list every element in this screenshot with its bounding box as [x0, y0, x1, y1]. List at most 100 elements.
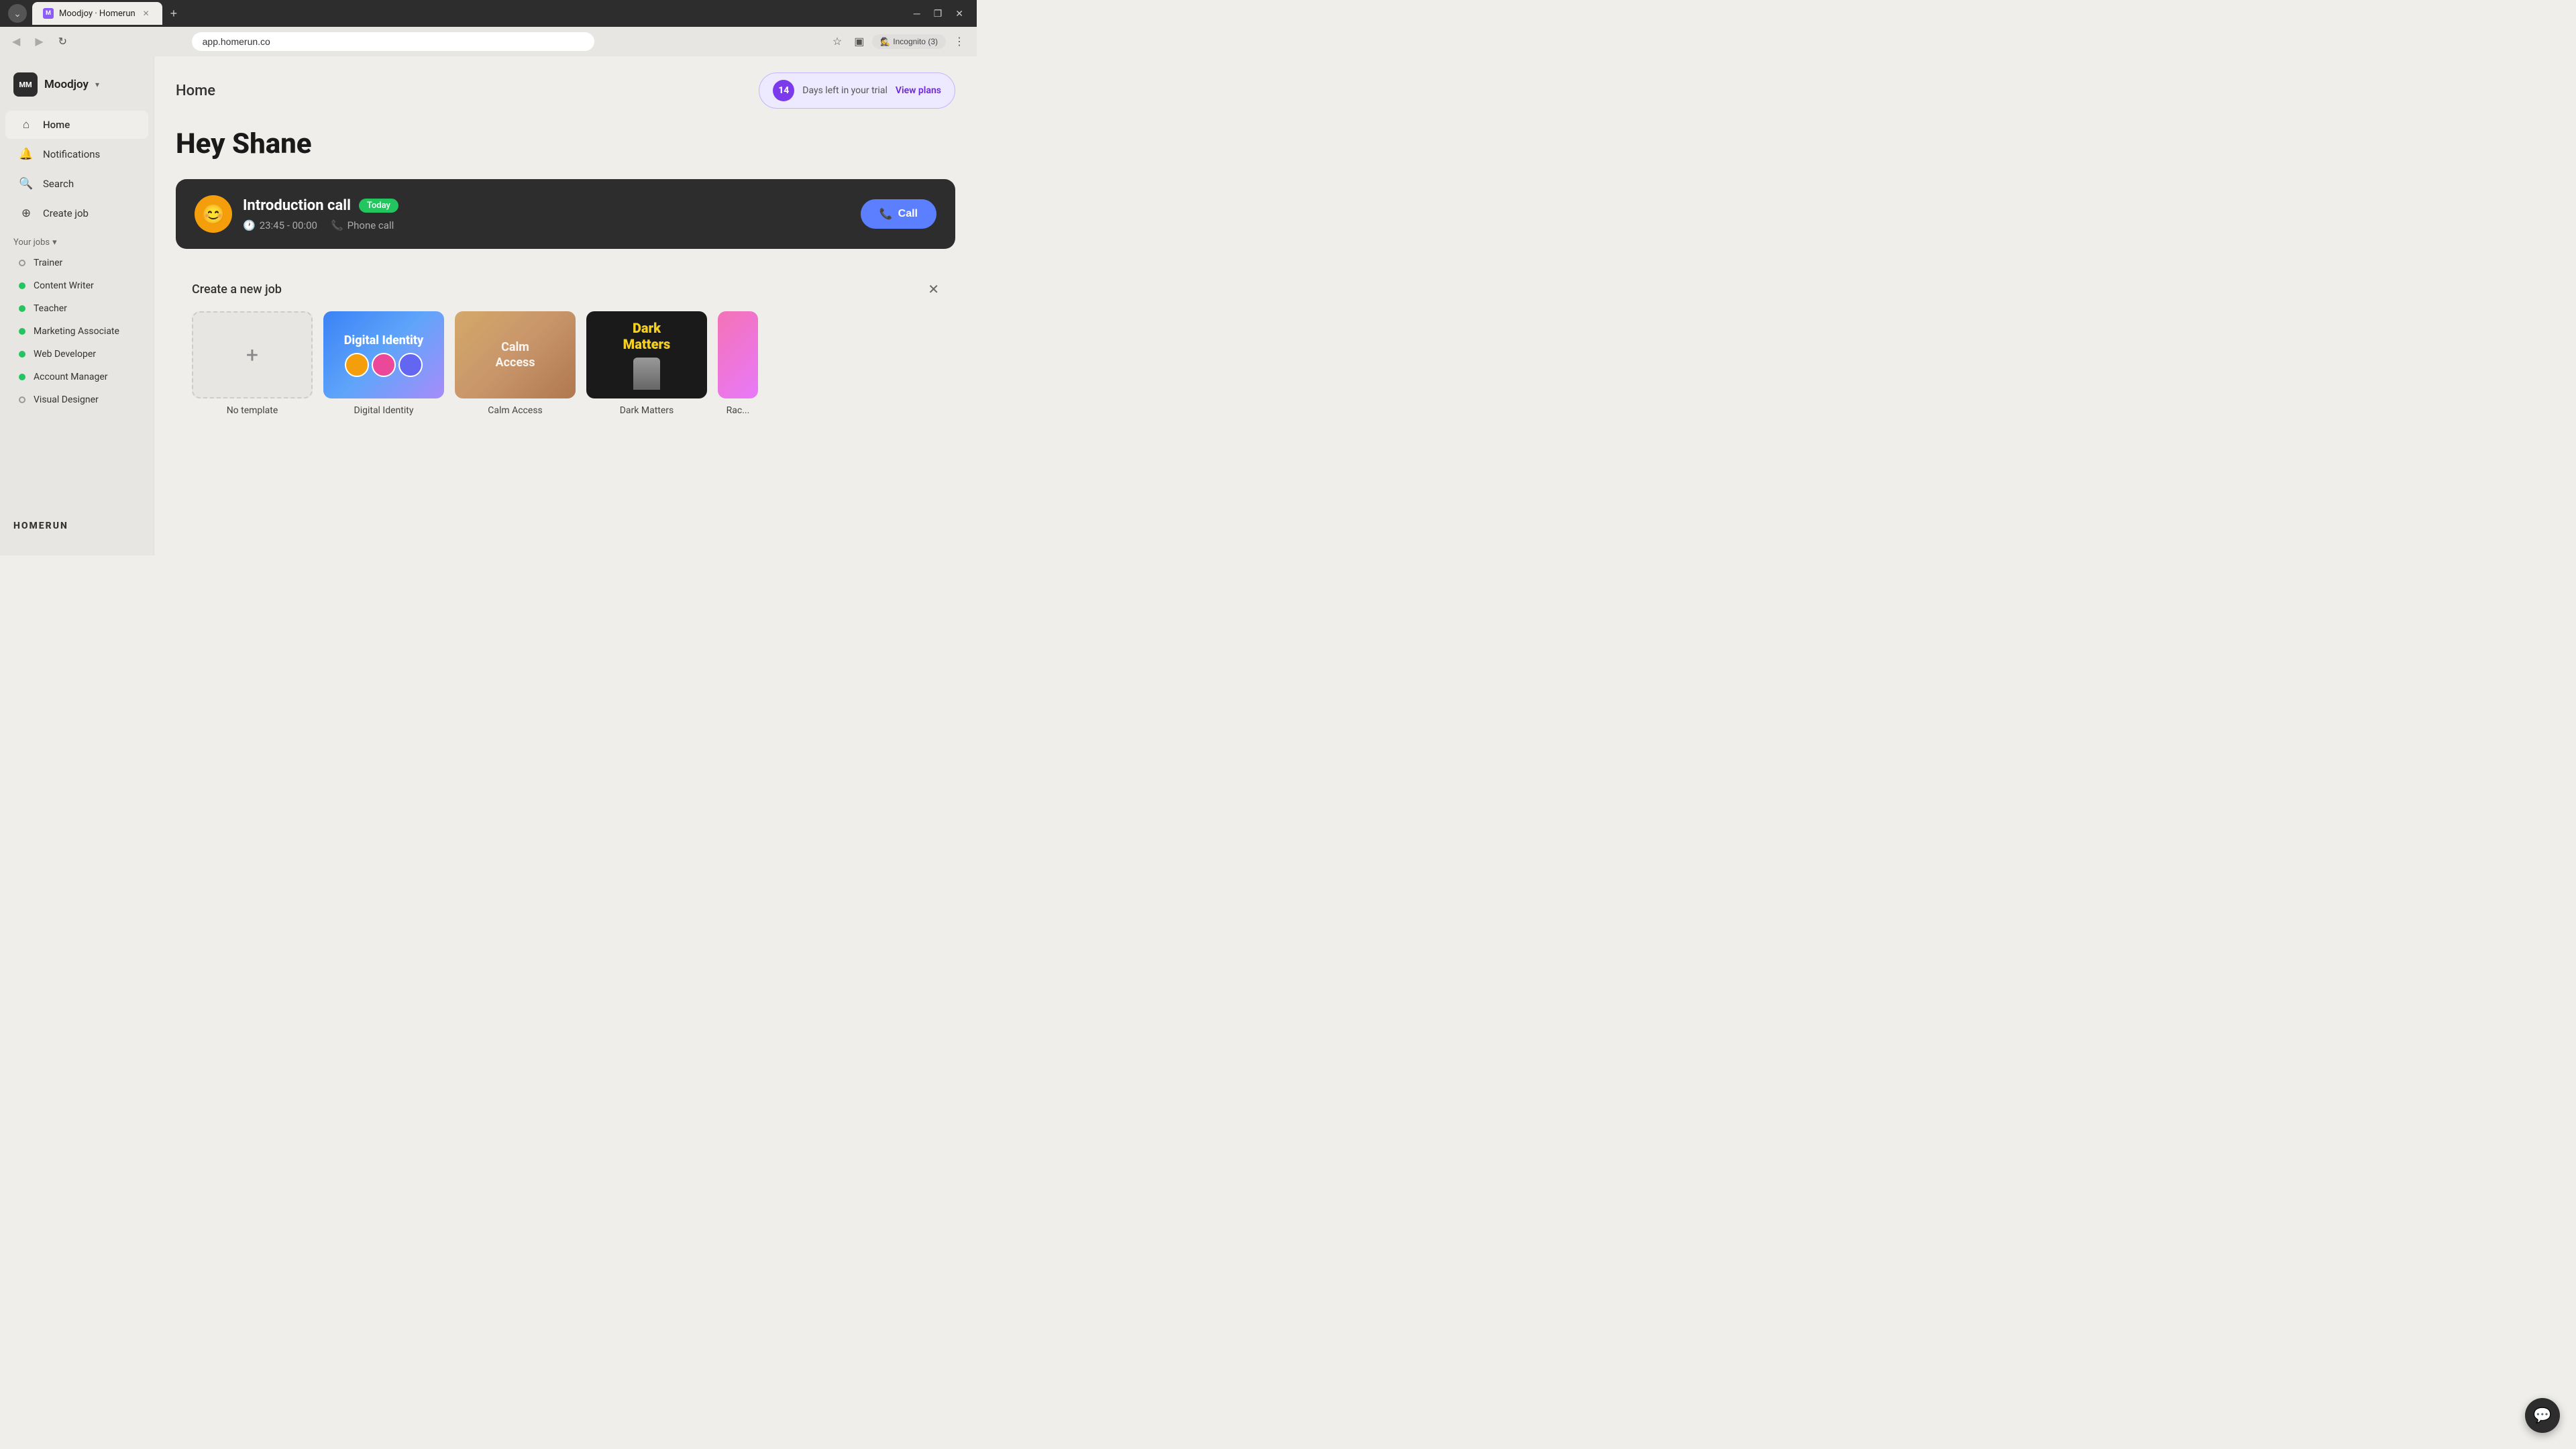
address-input[interactable]: [192, 32, 594, 51]
template-name-digital-identity: Digital Identity: [323, 405, 444, 416]
template-card-partial[interactable]: Rac...: [718, 311, 758, 416]
template-card-calm-access[interactable]: CalmAccess Calm Access: [455, 311, 576, 416]
window-controls: ─ ❐ ✕: [908, 5, 969, 22]
plus-icon: +: [246, 342, 258, 368]
page-title: Home: [176, 83, 215, 99]
job-label: Web Developer: [34, 349, 96, 360]
sidebar-item-trainer[interactable]: Trainer: [5, 252, 148, 274]
template-thumbnail-calm: CalmAccess: [455, 311, 576, 398]
sidebar-item-home-label: Home: [43, 119, 70, 131]
company-avatar: MM: [13, 72, 38, 97]
job-status-dot: [19, 351, 25, 358]
close-button[interactable]: ✕: [950, 5, 969, 22]
job-label: Account Manager: [34, 372, 108, 382]
trial-text: Days left in your trial: [802, 85, 888, 96]
sidebar-item-content-writer[interactable]: Content Writer: [5, 275, 148, 297]
active-tab[interactable]: M Moodjoy · Homerun ✕: [32, 2, 162, 25]
face-avatar-2: [372, 353, 396, 377]
your-jobs-label: Your jobs: [13, 237, 50, 248]
browser-controls: ⌄: [8, 4, 27, 23]
template-name-dark-matters: Dark Matters: [586, 405, 707, 416]
create-job-header: Create a new job ✕: [192, 281, 939, 298]
digital-identity-text: Digital Identity: [344, 333, 424, 347]
homerun-logo-text: HOMERUN: [13, 521, 68, 531]
trial-banner: 14 Days left in your trial View plans: [759, 72, 955, 109]
job-label: Trainer: [34, 258, 62, 268]
sidebar-item-marketing-associate[interactable]: Marketing Associate: [5, 321, 148, 342]
intro-type: 📞 Phone call: [331, 219, 394, 231]
template-thumbnail-digital: Digital Identity: [323, 311, 444, 398]
chat-icon: 💬: [2533, 1407, 2551, 1424]
template-card-digital-identity[interactable]: Digital Identity Digital Identity: [323, 311, 444, 416]
template-card-no-template[interactable]: + No template: [192, 311, 313, 416]
tab-favicon: M: [43, 8, 54, 19]
calm-access-text: CalmAccess: [495, 339, 535, 371]
sidebar-item-account-manager[interactable]: Account Manager: [5, 366, 148, 388]
tab-close-button[interactable]: ✕: [141, 8, 152, 19]
refresh-button[interactable]: ↻: [54, 32, 71, 51]
app-layout: MM Moodjoy ▾ ⌂ Home 🔔 Notifications 🔍 Se…: [0, 56, 977, 555]
menu-button[interactable]: ⋮: [950, 32, 969, 51]
sidebar-item-notifications-label: Notifications: [43, 148, 100, 160]
new-tab-button[interactable]: +: [165, 4, 183, 23]
create-job-title: Create a new job: [192, 282, 282, 297]
intro-title-row: Introduction call Today: [243, 197, 850, 214]
job-status-dot: [19, 396, 25, 403]
notifications-icon: 🔔: [19, 147, 34, 162]
intro-title: Introduction call: [243, 197, 351, 214]
your-jobs-chevron-icon: ▾: [52, 237, 57, 248]
call-button-label: Call: [898, 208, 918, 220]
call-button[interactable]: 📞 Call: [861, 199, 936, 229]
forward-button[interactable]: ▶: [31, 32, 47, 51]
minimize-button[interactable]: ─: [908, 5, 926, 22]
phone-icon: 📞: [331, 219, 343, 231]
call-button-icon: 📞: [879, 207, 893, 221]
company-name: Moodjoy: [44, 78, 89, 91]
face-avatar-1: [345, 353, 369, 377]
face-avatar-3: [398, 353, 423, 377]
view-plans-link[interactable]: View plans: [896, 85, 941, 96]
sidebar-item-visual-designer[interactable]: Visual Designer: [5, 389, 148, 411]
reader-mode-button[interactable]: ▣: [850, 32, 868, 51]
incognito-button[interactable]: 🕵 Incognito (3): [872, 34, 946, 49]
today-badge: Today: [359, 199, 398, 213]
back-button[interactable]: ◀: [8, 32, 24, 51]
job-status-dot: [19, 328, 25, 335]
template-card-dark-matters[interactable]: DarkMatters Dark Matters: [586, 311, 707, 416]
template-thumbnail-blank: +: [192, 311, 313, 398]
browser-actions: ☆ ▣ 🕵 Incognito (3) ⋮: [828, 32, 969, 51]
intro-info: Introduction call Today 🕐 23:45 - 00:00 …: [243, 197, 850, 231]
clock-icon: 🕐: [243, 219, 256, 231]
tab-bar: M Moodjoy · Homerun ✕ +: [32, 2, 903, 25]
intro-avatar: 😊: [195, 195, 232, 233]
job-status-dot: [19, 282, 25, 289]
home-icon: ⌂: [19, 117, 34, 132]
job-status-dot: [19, 305, 25, 312]
sidebar-item-create-job[interactable]: ⊕ Create job: [5, 199, 148, 227]
sidebar-item-web-developer[interactable]: Web Developer: [5, 343, 148, 365]
create-job-section: Create a new job ✕ + No template Digital…: [176, 268, 955, 429]
main-header: Home 14 Days left in your trial View pla…: [176, 72, 955, 109]
tab-group-btn[interactable]: ⌄: [8, 4, 27, 23]
sidebar-item-search-label: Search: [43, 178, 74, 190]
restore-button[interactable]: ❐: [928, 5, 948, 22]
sidebar-item-search[interactable]: 🔍 Search: [5, 170, 148, 198]
bookmark-button[interactable]: ☆: [828, 32, 846, 51]
sidebar-item-teacher[interactable]: Teacher: [5, 298, 148, 319]
browser-chrome: ⌄ M Moodjoy · Homerun ✕ + ─ ❐ ✕: [0, 0, 977, 27]
search-icon: 🔍: [19, 176, 34, 191]
intro-time: 🕐 23:45 - 00:00: [243, 219, 317, 231]
create-icon: ⊕: [19, 206, 34, 221]
address-bar: ◀ ▶ ↻ ☆ ▣ 🕵 Incognito (3) ⋮: [0, 27, 977, 56]
intro-details: 🕐 23:45 - 00:00 📞 Phone call: [243, 219, 850, 231]
sidebar-item-home[interactable]: ⌂ Home: [5, 111, 148, 139]
job-label: Content Writer: [34, 280, 94, 291]
dark-matters-figure: [633, 358, 660, 390]
sidebar-item-notifications[interactable]: 🔔 Notifications: [5, 140, 148, 168]
sidebar-logo[interactable]: MM Moodjoy ▾: [0, 67, 154, 110]
chat-widget[interactable]: 💬: [2525, 1398, 2560, 1433]
job-label: Teacher: [34, 303, 67, 314]
sidebar: MM Moodjoy ▾ ⌂ Home 🔔 Notifications 🔍 Se…: [0, 56, 154, 555]
template-name-calm-access: Calm Access: [455, 405, 576, 416]
close-create-job-button[interactable]: ✕: [928, 281, 939, 298]
